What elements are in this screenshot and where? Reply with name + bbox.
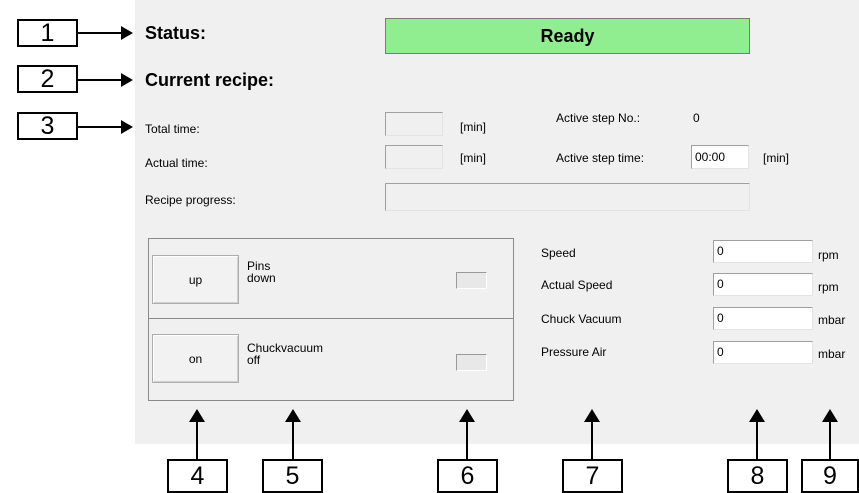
callout-2-arrow <box>78 73 133 87</box>
active-step-no-value: 0 <box>693 111 700 125</box>
pressure-air-label: Pressure Air <box>541 345 607 359</box>
actual-speed-label: Actual Speed <box>541 278 613 292</box>
chuck-vacuum-readout-label: Chuck Vacuum <box>541 312 622 326</box>
chuck-vacuum-label: Chuckvacuum off <box>247 342 323 366</box>
callout-7: 7 <box>562 459 623 493</box>
actual-time-field <box>385 145 443 169</box>
active-step-time-field: 00:00 <box>691 145 749 169</box>
pins-led <box>456 272 487 289</box>
callout-4: 4 <box>167 459 228 493</box>
callout-3: 3 <box>17 112 78 140</box>
active-step-time-unit: [min] <box>763 151 790 165</box>
callout-2: 2 <box>17 65 78 93</box>
actual-time-unit: [min] <box>460 151 487 165</box>
group-divider <box>149 318 513 319</box>
pressure-air-field: 0 <box>713 341 813 364</box>
speed-field: 0 <box>713 240 813 263</box>
callout-9-arrow <box>822 409 838 459</box>
actual-speed-field: 0 <box>713 273 813 296</box>
actual-speed-unit: rpm <box>818 280 839 294</box>
pins-label: Pins down <box>247 260 276 284</box>
callout-7-arrow <box>584 409 600 459</box>
speed-unit: rpm <box>818 248 839 262</box>
total-time-label: Total time: <box>145 122 200 136</box>
chuck-vacuum-state: off <box>247 353 261 367</box>
callout-1-arrow <box>78 26 133 40</box>
recipe-progress-label: Recipe progress: <box>145 193 236 207</box>
chuck-vacuum-unit: mbar <box>818 313 846 327</box>
callout-6-arrow <box>459 409 475 459</box>
chuck-vacuum-led <box>456 354 487 371</box>
actual-time-label: Actual time: <box>145 156 208 170</box>
callout-6: 6 <box>437 459 498 493</box>
active-step-time-label: Active step time: <box>556 151 645 165</box>
pins-state: down <box>247 271 276 285</box>
callout-5-arrow <box>285 409 301 459</box>
pressure-air-unit: mbar <box>818 347 846 361</box>
speed-label: Speed <box>541 246 576 260</box>
chuck-vacuum-field: 0 <box>713 307 813 330</box>
recipe-progress-bar <box>385 183 750 211</box>
status-label: Status: <box>145 23 207 43</box>
current-recipe-label: Current recipe: <box>145 70 275 90</box>
callout-9: 9 <box>801 459 859 493</box>
total-time-field <box>385 112 443 136</box>
status-indicator: Ready <box>385 18 750 54</box>
callout-8: 8 <box>727 459 788 493</box>
callout-4-arrow <box>189 409 205 459</box>
pins-up-button[interactable]: up <box>152 255 239 304</box>
callout-3-arrow <box>78 120 133 134</box>
active-step-no-label: Active step No.: <box>556 111 641 125</box>
callout-8-arrow <box>749 409 765 459</box>
callout-1: 1 <box>17 19 78 47</box>
total-time-unit: [min] <box>460 120 487 134</box>
callout-5: 5 <box>262 459 323 493</box>
chuck-vacuum-on-button[interactable]: on <box>152 334 239 383</box>
